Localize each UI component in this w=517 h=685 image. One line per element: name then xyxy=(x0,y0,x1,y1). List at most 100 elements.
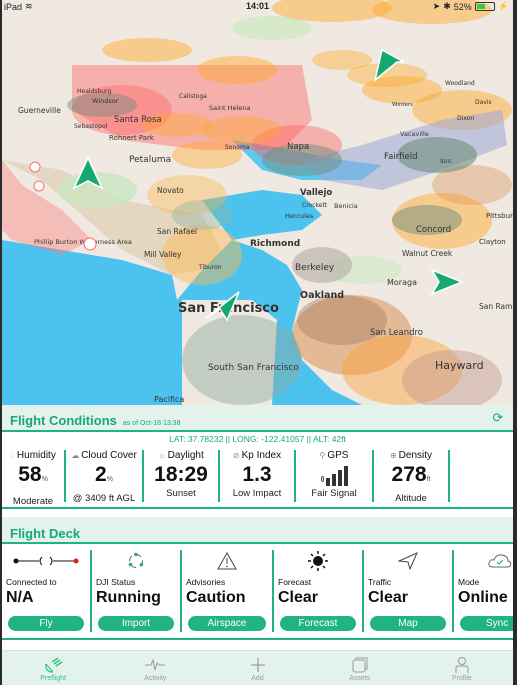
tab-label: Activity xyxy=(144,675,167,682)
card-label: Traffic xyxy=(368,577,392,587)
tab-label: Profile xyxy=(451,675,472,682)
map-label-saint-helena: Saint Helena xyxy=(209,104,250,112)
signal-bar xyxy=(325,478,330,486)
gps-pin-icon xyxy=(320,476,324,482)
signal-bar xyxy=(337,470,342,486)
satellite-dish-icon xyxy=(2,655,104,675)
last-updated: as of Oct-18 13:38 xyxy=(122,420,181,427)
map-label-walnut-creek: Walnut Creek xyxy=(402,249,453,258)
card-unit: % xyxy=(106,476,113,483)
forecast-button[interactable]: Forecast xyxy=(280,616,356,631)
traffic-card: Traffic Clear Map xyxy=(364,548,452,634)
magnet-icon: ⊘ xyxy=(232,451,240,460)
activity-icon xyxy=(104,655,206,675)
gps-signal-bars xyxy=(296,464,372,486)
map-label-woodland: Woodland xyxy=(445,80,475,87)
map-label-benicia: Benicia xyxy=(334,202,358,210)
map-label-suu: SUU xyxy=(440,159,452,165)
card-value: N/A xyxy=(6,589,34,606)
tab-preflight[interactable]: Preflight xyxy=(2,651,104,685)
map-label-sonoma: Sonoma xyxy=(225,144,250,151)
density-card[interactable]: ⊕ Density 278ft Altitude xyxy=(374,450,448,504)
airspace-map[interactable]: Guerneville Healdsburg Windsor Santa Ros… xyxy=(2,0,513,405)
tab-add[interactable]: Add xyxy=(206,651,308,685)
map-label-novato: Novato xyxy=(157,186,184,195)
cloud-check-icon xyxy=(454,550,513,572)
card-label: GPS xyxy=(327,450,349,461)
connection-icon xyxy=(2,550,90,572)
card-label: Daylight xyxy=(167,450,204,461)
map-label-rohnert-park: Rohnert Park xyxy=(109,134,155,142)
map-label-oakland: Oakland xyxy=(300,290,344,301)
satellite-icon: ⚲ xyxy=(319,451,326,460)
card-value: 278 xyxy=(391,463,427,486)
map-label-phillip-burton: Phillip Burton Wilderness Area xyxy=(34,238,132,246)
card-value: Clear xyxy=(368,589,409,606)
card-sub: @ 3409 ft AGL xyxy=(72,493,136,504)
card-sub: Fair Signal xyxy=(311,488,357,499)
map-label-concord: Concord xyxy=(416,225,451,235)
map-label-berkeley: Berkeley xyxy=(295,263,335,273)
status-bar: iPad ≋ 14:01 ➤ ✱ 52% ⚡ xyxy=(2,0,513,14)
airport-marker xyxy=(33,180,45,192)
card-value: 58 xyxy=(18,463,42,486)
fly-button[interactable]: Fly xyxy=(8,616,84,631)
airspace-button[interactable]: Airspace xyxy=(188,616,266,631)
card-label: Connected to xyxy=(6,577,57,587)
map-label-pittsburg: Pittsburg xyxy=(486,212,513,220)
map-label-san-rafael: San Rafael xyxy=(157,227,197,236)
map-label-petaluma: Petaluma xyxy=(129,155,171,165)
tab-assets[interactable]: Assets xyxy=(309,651,411,685)
map-label-richmond: Richmond xyxy=(250,239,300,249)
daylight-card[interactable]: ☼ Daylight 18:29 Sunset xyxy=(144,450,218,502)
navigation-icon xyxy=(364,550,452,572)
map-label-hayward: Hayward xyxy=(435,359,484,372)
card-sub: Sunset xyxy=(166,488,196,499)
sync-button[interactable]: Sync xyxy=(460,616,513,631)
flight-deck-title: Flight Deck xyxy=(10,526,81,541)
app-window: Guerneville Healdsburg Windsor Santa Ros… xyxy=(2,0,513,685)
assets-icon xyxy=(309,655,411,675)
conditions-row: ◌ Humidity 58% Moderate ☁ Cloud Cover 2% @… xyxy=(2,446,513,508)
card-label: Cloud Cover xyxy=(81,450,137,461)
card-unit: ft xyxy=(426,476,431,483)
profile-icon xyxy=(411,655,513,675)
tab-activity[interactable]: Activity xyxy=(104,651,206,685)
import-button[interactable]: Import xyxy=(98,616,174,631)
card-value: Clear xyxy=(278,589,319,606)
map-button[interactable]: Map xyxy=(370,616,446,631)
droplet-icon: ◌ xyxy=(10,451,15,460)
tab-profile[interactable]: Profile xyxy=(411,651,513,685)
card-sub: Low Impact xyxy=(232,488,282,499)
humidity-card[interactable]: ◌ Humidity 58% Moderate xyxy=(2,450,64,508)
coordinates-readout: LAT: 37.78232 || LONG: -122.41057 || ALT… xyxy=(169,434,346,444)
map-label-windsor: Windsor xyxy=(92,97,119,105)
bluetooth-icon: ✱ xyxy=(443,1,451,11)
flight-deck-row: Connected to N/A Fly DJI Status Running … xyxy=(2,546,513,638)
map-label-south-sf: South San Francisco xyxy=(208,363,299,373)
cloud-cover-card[interactable]: ☁ Cloud Cover 2% @ 3409 ft AGL xyxy=(66,450,142,504)
card-value: 1.3 xyxy=(242,463,272,486)
map-label-clayton: Clayton xyxy=(479,238,506,246)
kp-index-card[interactable]: ⊘ Kp Index 1.3 Low Impact xyxy=(220,450,294,502)
card-value: 18:29 xyxy=(154,463,208,486)
airport-marker xyxy=(83,237,97,251)
gps-card[interactable]: ⚲ GPS Fair Signal xyxy=(296,450,372,502)
map-label-san-ramon: San Ramon xyxy=(479,302,513,311)
warning-icon xyxy=(182,550,272,572)
airport-marker xyxy=(29,161,41,173)
map-label-vallejo: Vallejo xyxy=(300,188,332,198)
map-label-pacifica: Pacifica xyxy=(154,395,184,404)
sun-icon xyxy=(274,550,362,572)
flight-deck-header: Flight Deck xyxy=(2,517,513,544)
card-label: DJI Status xyxy=(96,577,136,587)
map-label-guerneville: Guerneville xyxy=(18,106,61,115)
map-label-moraga: Moraga xyxy=(387,278,417,287)
traffic-aircraft-icon[interactable] xyxy=(430,268,465,296)
map-canvas[interactable]: Guerneville Healdsburg Windsor Santa Ros… xyxy=(2,0,513,405)
signal-bar xyxy=(343,466,348,486)
map-label-fairfield: Fairfield xyxy=(384,152,418,162)
refresh-icon[interactable]: ⟳ xyxy=(491,411,505,425)
card-label: Mode xyxy=(458,577,480,587)
card-sub: Altitude xyxy=(395,493,427,504)
